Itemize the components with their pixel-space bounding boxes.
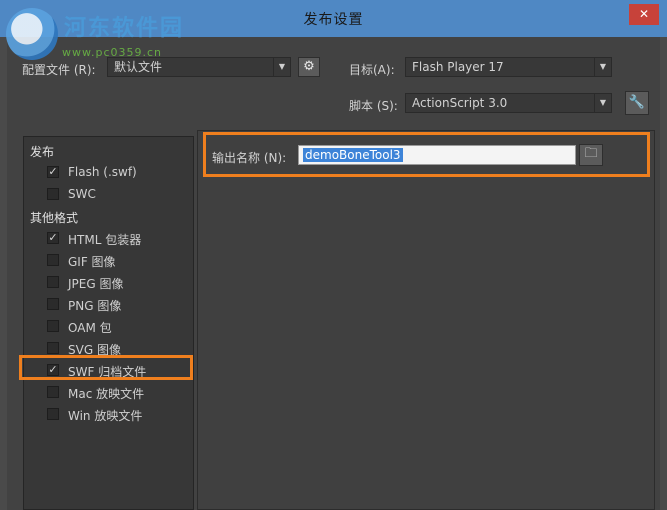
script-label: 脚本 (S): bbox=[349, 99, 398, 113]
checkbox-oam[interactable] bbox=[47, 320, 59, 332]
chevron-down-icon: ▼ bbox=[273, 58, 290, 76]
wrench-icon: 🔧 bbox=[628, 95, 646, 110]
target-label: 目标(A): bbox=[349, 63, 395, 77]
profile-dropdown[interactable]: 默认文件 ▼ bbox=[107, 57, 291, 77]
script-value: ActionScript 3.0 bbox=[412, 96, 508, 110]
format-list-panel: 发布 ✓ Flash (.swf) SWC 其他格式 ✓ HTML 包装器 GI… bbox=[23, 136, 194, 510]
list-item-label: Win 放映文件 bbox=[68, 409, 143, 423]
checkbox-swc[interactable] bbox=[47, 188, 59, 200]
profile-label: 配置文件 (R): bbox=[22, 63, 96, 77]
chevron-down-icon: ▼ bbox=[594, 58, 611, 76]
checkbox-png[interactable] bbox=[47, 298, 59, 310]
watermark-logo bbox=[6, 8, 58, 60]
swf-archive-highlight bbox=[19, 355, 193, 380]
profile-value: 默认文件 bbox=[114, 60, 163, 74]
list-item-label: OAM 包 bbox=[68, 321, 112, 335]
chevron-down-icon: ▼ bbox=[594, 94, 611, 112]
checkbox-html[interactable]: ✓ bbox=[47, 232, 59, 244]
list-item-label: SWC bbox=[68, 187, 96, 201]
checkbox-win-projector[interactable] bbox=[47, 408, 59, 420]
publish-heading: 发布 bbox=[30, 145, 55, 159]
output-name-highlight bbox=[203, 132, 650, 177]
list-item-label: PNG 图像 bbox=[68, 299, 122, 313]
target-dropdown[interactable]: Flash Player 17 ▼ bbox=[405, 57, 612, 77]
list-item-label: JPEG 图像 bbox=[68, 277, 124, 291]
profile-settings-button[interactable]: ⚙ bbox=[298, 57, 320, 77]
other-formats-heading: 其他格式 bbox=[30, 211, 79, 225]
checkbox-jpeg[interactable] bbox=[47, 276, 59, 288]
gear-icon: ⚙ bbox=[303, 59, 315, 74]
list-item-label: Mac 放映文件 bbox=[68, 387, 145, 401]
checkbox-gif[interactable] bbox=[47, 254, 59, 266]
checkbox-flash[interactable]: ✓ bbox=[47, 166, 59, 178]
script-dropdown[interactable]: ActionScript 3.0 ▼ bbox=[405, 93, 612, 113]
list-item-label: GIF 图像 bbox=[68, 255, 116, 269]
close-button[interactable]: ✕ bbox=[629, 4, 659, 25]
settings-panel bbox=[197, 130, 655, 510]
actionscript-settings-button[interactable]: 🔧 bbox=[625, 91, 649, 115]
list-item-label: HTML 包装器 bbox=[68, 233, 142, 247]
checkbox-mac-projector[interactable] bbox=[47, 386, 59, 398]
checkbox-svg[interactable] bbox=[47, 342, 59, 354]
list-item-label: Flash (.swf) bbox=[68, 165, 137, 179]
watermark-text: 河东软件园 bbox=[64, 15, 185, 41]
target-value: Flash Player 17 bbox=[412, 60, 504, 74]
